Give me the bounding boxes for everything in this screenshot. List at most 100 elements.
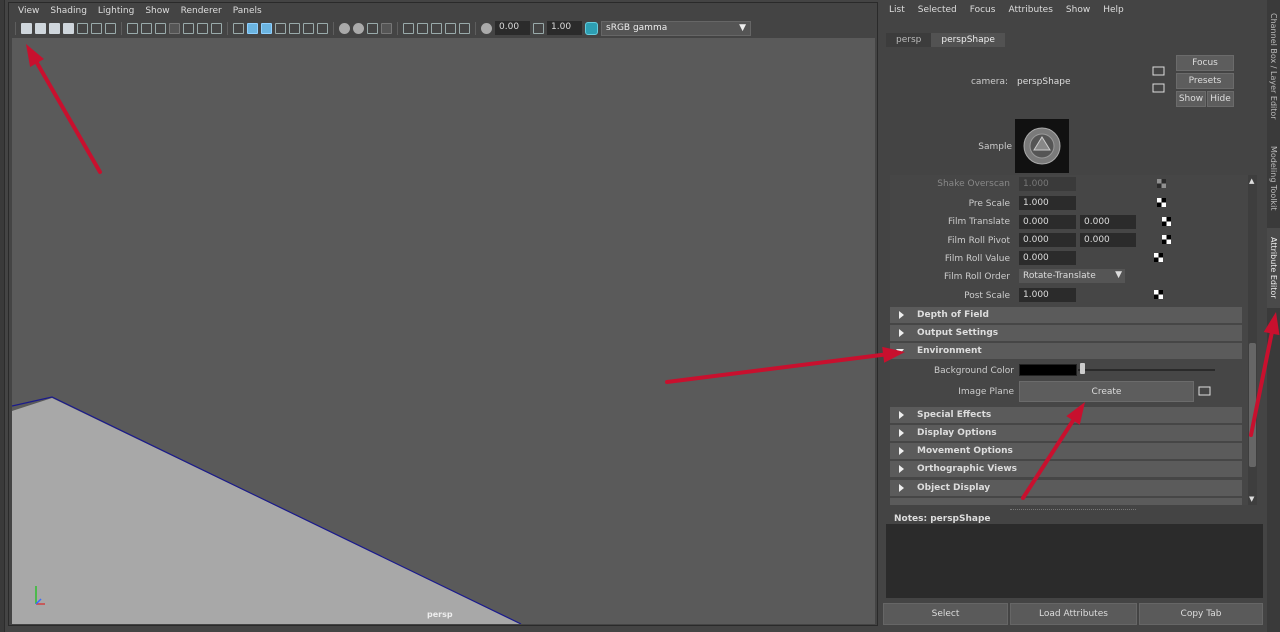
safe-title-icon[interactable] xyxy=(211,22,222,34)
tab-modeling-toolkit[interactable]: Modeling Toolkit xyxy=(1267,136,1280,220)
pre-scale-field[interactable]: 1.000 xyxy=(1019,196,1076,210)
exposure-field[interactable]: 0.00 xyxy=(495,21,530,35)
smooth-shade-icon[interactable] xyxy=(247,22,258,34)
scroll-up-icon[interactable]: ▲ xyxy=(1249,177,1254,185)
section-object-display[interactable]: Object Display xyxy=(890,480,1242,496)
xray-joints-icon[interactable] xyxy=(445,22,456,34)
resolution-gate-icon[interactable] xyxy=(155,22,166,34)
keyable-icon[interactable] xyxy=(1154,253,1163,262)
section-environment[interactable]: Environment xyxy=(890,343,1242,359)
film-roll-value-label: Film Roll Value xyxy=(944,254,1010,264)
menu-view[interactable]: View xyxy=(18,6,39,16)
film-gate-icon[interactable] xyxy=(141,22,152,34)
film-roll-pivot-y-field[interactable]: 0.000 xyxy=(1080,233,1136,247)
lights-icon[interactable] xyxy=(317,22,328,34)
scrollbar[interactable]: ▲ ▼ xyxy=(1248,175,1257,505)
hide-button[interactable]: Hide xyxy=(1207,91,1234,107)
splitter-handle[interactable] xyxy=(1010,509,1136,510)
post-scale-field[interactable]: 1.000 xyxy=(1019,288,1076,302)
screen-space-ao-icon[interactable] xyxy=(339,22,350,34)
grease-pencil-icon[interactable] xyxy=(105,22,116,34)
film-roll-pivot-x-field[interactable]: 0.000 xyxy=(1019,233,1076,247)
film-translate-x-field[interactable]: 0.000 xyxy=(1019,215,1076,229)
wireframe-icon[interactable] xyxy=(233,22,244,34)
gate-mask-icon[interactable] xyxy=(169,22,180,34)
load-attributes-button[interactable]: Load Attributes xyxy=(1010,603,1137,625)
menu-help[interactable]: Help xyxy=(1103,5,1124,15)
tab-persp[interactable]: persp xyxy=(886,33,932,47)
film-roll-order-dropdown[interactable]: Rotate-Translate ▼ xyxy=(1019,269,1125,283)
focus-node-icon[interactable] xyxy=(1152,65,1166,95)
background-color-swatch[interactable] xyxy=(1019,364,1077,376)
bookmark-icon[interactable] xyxy=(63,22,74,34)
menu-selected[interactable]: Selected xyxy=(918,5,957,15)
menu-focus[interactable]: Focus xyxy=(970,5,996,15)
depth-of-field-icon[interactable] xyxy=(381,22,392,34)
menu-show[interactable]: Show xyxy=(1066,5,1090,15)
select-camera-icon[interactable] xyxy=(21,22,32,34)
copy-tab-button[interactable]: Copy Tab xyxy=(1139,603,1263,625)
menu-lighting[interactable]: Lighting xyxy=(98,6,134,16)
focus-button[interactable]: Focus xyxy=(1176,55,1234,71)
bookmarks-icon[interactable] xyxy=(49,22,60,34)
grid-icon[interactable] xyxy=(127,22,138,34)
color-management-icon[interactable] xyxy=(585,21,598,35)
isolate-select-icon[interactable] xyxy=(403,22,414,34)
show-button[interactable]: Show xyxy=(1176,91,1206,107)
exposure-icon[interactable] xyxy=(481,22,492,34)
tab-attribute-editor[interactable]: Attribute Editor xyxy=(1267,228,1280,308)
menu-panels[interactable]: Panels xyxy=(233,6,262,16)
expand-arrow-icon xyxy=(899,447,904,455)
wireframe-on-shaded-icon[interactable] xyxy=(261,22,272,34)
backface-culling-icon[interactable] xyxy=(459,22,470,34)
keyable-icon[interactable] xyxy=(1162,217,1171,226)
image-plane-icon[interactable] xyxy=(77,22,88,34)
background-color-slider-handle[interactable] xyxy=(1080,363,1085,374)
menu-attributes[interactable]: Attributes xyxy=(1008,5,1052,15)
tab-channel-box-layer-editor[interactable]: Channel Box / Layer Editor xyxy=(1267,4,1280,128)
section-depth-of-field[interactable]: Depth of Field xyxy=(890,307,1242,323)
presets-button[interactable]: Presets xyxy=(1176,73,1234,89)
field-chart-icon[interactable] xyxy=(183,22,194,34)
anti-aliasing-icon[interactable] xyxy=(367,22,378,34)
menu-list[interactable]: List xyxy=(889,5,905,15)
notes-textarea[interactable] xyxy=(886,524,1263,598)
film-translate-y-field[interactable]: 0.000 xyxy=(1080,215,1136,229)
camera-attributes-icon[interactable] xyxy=(35,22,46,34)
menu-shading[interactable]: Shading xyxy=(50,6,87,16)
select-button[interactable]: Select xyxy=(883,603,1008,625)
xray-icon[interactable] xyxy=(417,22,428,34)
safe-action-icon[interactable] xyxy=(197,22,208,34)
section-movement-options[interactable]: Movement Options xyxy=(890,443,1242,459)
camera-node-name-field[interactable]: perspShape xyxy=(1013,73,1141,90)
attribute-scroll-area[interactable]: Shake Overscan 1.000 Pre Scale 1.000 Fil… xyxy=(890,175,1250,505)
pre-scale-label: Pre Scale xyxy=(968,199,1010,209)
section-display-options[interactable]: Display Options xyxy=(890,425,1242,441)
two-d-pan-zoom-icon[interactable] xyxy=(91,22,102,34)
keyable-icon[interactable] xyxy=(1162,235,1171,244)
textured-icon[interactable] xyxy=(275,22,286,34)
section-special-effects[interactable]: Special Effects xyxy=(890,407,1242,423)
film-roll-value-field[interactable]: 0.000 xyxy=(1019,251,1076,265)
navigate-node-icon[interactable] xyxy=(1198,385,1212,397)
shadows-icon[interactable] xyxy=(303,22,314,34)
gamma-icon[interactable] xyxy=(533,22,544,34)
view-transform-dropdown[interactable]: sRGB gamma ▼ xyxy=(601,20,751,36)
tab-perspshape[interactable]: perspShape xyxy=(931,33,1005,47)
scrollbar-thumb[interactable] xyxy=(1249,343,1256,467)
xray-active-components-icon[interactable] xyxy=(431,22,442,34)
section-orthographic-views[interactable]: Orthographic Views xyxy=(890,461,1242,477)
use-all-lights-icon[interactable] xyxy=(289,22,300,34)
ground-plane xyxy=(12,398,521,624)
background-color-slider-track[interactable] xyxy=(1078,369,1215,371)
motion-blur-icon[interactable] xyxy=(353,22,364,34)
gamma-field[interactable]: 1.00 xyxy=(547,21,582,35)
keyable-icon[interactable] xyxy=(1157,198,1166,207)
scroll-down-icon[interactable]: ▼ xyxy=(1249,495,1254,503)
section-output-settings[interactable]: Output Settings xyxy=(890,325,1242,341)
keyable-icon[interactable] xyxy=(1154,290,1163,299)
menu-renderer[interactable]: Renderer xyxy=(181,6,222,16)
create-image-plane-button[interactable]: Create xyxy=(1019,381,1194,402)
perspective-viewport[interactable]: persp xyxy=(12,38,875,624)
menu-show[interactable]: Show xyxy=(145,6,169,16)
